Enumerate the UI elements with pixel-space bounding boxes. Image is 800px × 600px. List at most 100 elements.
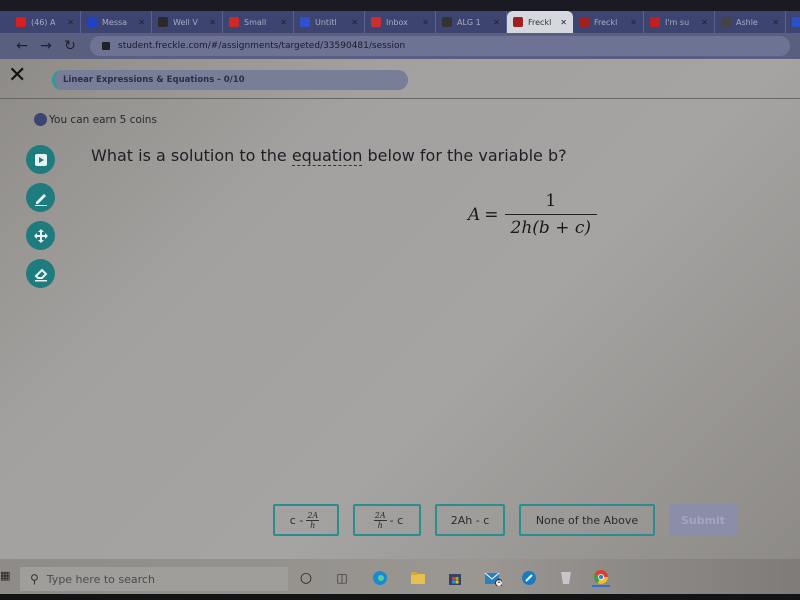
cortana-icon[interactable]: ○ xyxy=(297,569,315,587)
url-text: student.freckle.com/#/assignments/target… xyxy=(118,41,406,51)
tab-close-icon[interactable]: ✕ xyxy=(67,18,74,27)
fraction-numerator: 2A xyxy=(306,510,320,521)
answer-suffix: - c xyxy=(389,513,404,527)
fraction-numerator: 2A xyxy=(373,510,387,521)
browser-tab[interactable]: Po xyxy=(786,11,800,33)
tab-label: Well V xyxy=(173,17,198,27)
messages-icon xyxy=(87,17,97,27)
docs-icon xyxy=(300,17,310,27)
eraser-icon[interactable] xyxy=(26,259,55,288)
coins-info: You can earn 5 coins xyxy=(34,113,157,126)
submit-button[interactable]: Submit xyxy=(669,504,737,536)
equation-equals: = xyxy=(484,204,499,225)
question-text: What is a solution to the equation below… xyxy=(91,146,567,166)
tab-strip: (46) A ✕ Messa ✕ Well V ✕ Small ✕ Untitl ✕ Inbox ✕ A… xyxy=(0,11,800,33)
tab-close-icon[interactable]: ✕ xyxy=(630,18,637,27)
reload-button[interactable]: ↻ xyxy=(58,38,82,54)
browser-tab[interactable]: Untitl ✕ xyxy=(294,11,365,33)
taskbar-search[interactable]: ⚲ Type here to search xyxy=(20,567,288,591)
browser-tab[interactable]: Inbox ✕ xyxy=(365,11,436,33)
freckle-page: ✕ Linear Expressions & Equations - 0/10 … xyxy=(0,59,800,559)
tab-label: Freckl xyxy=(594,17,618,27)
browser-tab-bar: (46) A ✕ Messa ✕ Well V ✕ Small ✕ Untitl ✕ Inbox ✕ A… xyxy=(0,0,800,33)
small-icon xyxy=(229,17,239,27)
glossary-term-equation[interactable]: equation xyxy=(291,146,363,166)
pencil-icon[interactable] xyxy=(26,183,55,212)
classroom-icon xyxy=(442,17,452,27)
move-icon[interactable] xyxy=(26,221,55,250)
answer-choice-2[interactable]: 2A h - c xyxy=(353,504,421,536)
forward-button[interactable]: → xyxy=(34,38,58,54)
progress-bar: Linear Expressions & Equations - 0/10 xyxy=(52,70,408,90)
tab-close-icon[interactable]: ✕ xyxy=(422,18,429,27)
w-icon xyxy=(650,17,660,27)
tab-label: I'm su xyxy=(665,17,690,27)
tab-close-icon[interactable]: ✕ xyxy=(351,18,358,27)
browser-tab[interactable]: (46) A ✕ xyxy=(10,11,81,33)
page-icon xyxy=(158,17,168,27)
browser-tab[interactable]: Ashle ✕ xyxy=(715,11,786,33)
browser-tab[interactable]: Small ✕ xyxy=(223,11,294,33)
edge-icon[interactable] xyxy=(371,569,389,587)
freckle-icon xyxy=(513,17,523,27)
browser-tab[interactable]: I'm su ✕ xyxy=(644,11,715,33)
app-icon[interactable] xyxy=(557,569,575,587)
tab-label: Inbox xyxy=(386,17,408,27)
answer-choice-3[interactable]: 2Ah - c xyxy=(435,504,505,536)
screen-bezel xyxy=(0,594,800,600)
tab-close-icon[interactable]: ✕ xyxy=(138,18,145,27)
tab-close-icon[interactable]: ✕ xyxy=(701,18,708,27)
tab-label: ALG 1 xyxy=(457,17,481,27)
freckle-icon xyxy=(579,17,589,27)
coin-icon xyxy=(34,113,47,126)
tab-label: Ashle xyxy=(736,17,758,27)
equation: A = 1 2h(b + c) xyxy=(468,191,598,238)
equation-numerator: 1 xyxy=(545,191,557,211)
back-button[interactable]: ← xyxy=(10,38,34,54)
fraction-denominator: h xyxy=(310,520,316,530)
task-view-icon[interactable]: ◫ xyxy=(333,569,351,587)
equation-denominator: 2h(b + c) xyxy=(504,214,598,238)
browser-tab[interactable]: Freckl ✕ xyxy=(507,11,573,33)
answer-fraction: 2A h xyxy=(306,510,320,530)
windows-start-icon[interactable]: ▦ xyxy=(0,569,10,587)
play-icon[interactable] xyxy=(26,145,55,174)
answer-choice-1[interactable]: c - 2A h xyxy=(273,504,339,536)
question-pre: What is a solution to the xyxy=(91,146,292,165)
coins-text: You can earn 5 coins xyxy=(49,113,157,126)
tab-close-icon[interactable]: ✕ xyxy=(772,18,779,27)
youtube-icon xyxy=(16,17,26,27)
tab-close-icon[interactable]: ✕ xyxy=(560,18,567,27)
tab-close-icon[interactable]: ✕ xyxy=(209,18,216,27)
file-explorer-icon[interactable] xyxy=(409,569,427,587)
tool-column xyxy=(26,145,55,297)
search-placeholder: Type here to search xyxy=(46,572,155,586)
close-icon[interactable]: ✕ xyxy=(8,63,26,88)
tab-close-icon[interactable]: ✕ xyxy=(493,18,500,27)
question-post: below for the variable b? xyxy=(362,146,567,165)
equation-fraction: 1 2h(b + c) xyxy=(504,191,598,238)
browser-nav-bar: ← → ↻ student.freckle.com/#/assignments/… xyxy=(0,33,800,59)
tab-label: Freckl xyxy=(528,17,552,27)
store-icon[interactable] xyxy=(446,569,464,587)
answer-fraction: 2A h xyxy=(373,510,387,530)
browser-tab[interactable]: ALG 1 ✕ xyxy=(436,11,507,33)
mail-badge: 1 xyxy=(497,578,501,585)
browser-tab[interactable]: Messa ✕ xyxy=(81,11,152,33)
browser-tab[interactable]: Freckl ✕ xyxy=(573,11,644,33)
answer-prefix: c - xyxy=(289,513,304,527)
chrome-icon[interactable] xyxy=(592,569,610,587)
address-bar[interactable]: student.freckle.com/#/assignments/target… xyxy=(90,36,790,56)
assignment-header: ✕ Linear Expressions & Equations - 0/10 xyxy=(0,59,800,99)
settings-tool-icon[interactable] xyxy=(520,569,538,587)
answer-choice-4[interactable]: None of the Above xyxy=(519,504,655,536)
equation-lhs: A xyxy=(468,204,481,225)
fraction-denominator: h xyxy=(377,520,383,530)
zoom-icon xyxy=(792,17,800,27)
tab-close-icon[interactable]: ✕ xyxy=(280,18,287,27)
search-icon: ⚲ xyxy=(30,572,39,586)
tab-label: Untitl xyxy=(315,17,337,27)
tab-label: Messa xyxy=(102,17,128,27)
gmail-icon xyxy=(371,17,381,27)
browser-tab[interactable]: Well V ✕ xyxy=(152,11,223,33)
